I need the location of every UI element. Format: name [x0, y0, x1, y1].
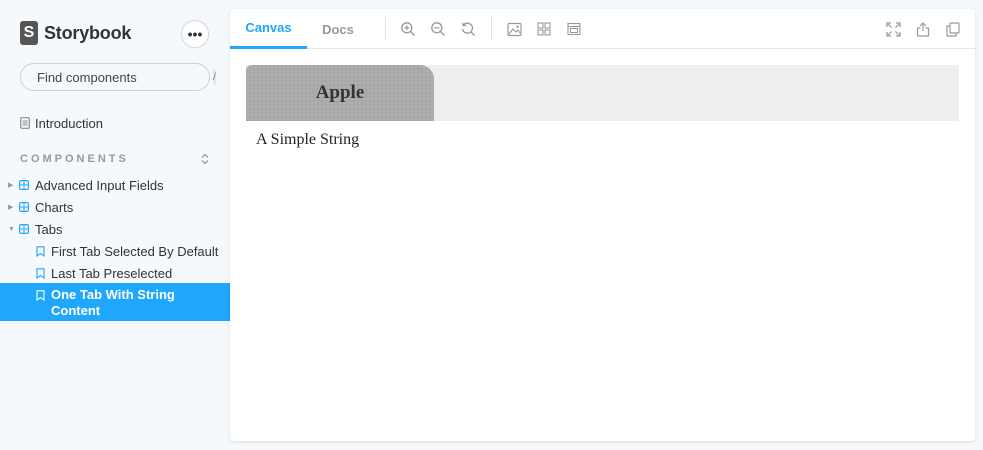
expand-collapse-icon[interactable]	[200, 153, 210, 165]
preview-tab-apple[interactable]: Apple	[246, 65, 434, 121]
search-input[interactable]	[37, 69, 213, 85]
story-one-tab-with-string-content[interactable]: One Tab With String Content	[0, 283, 230, 321]
toolbar-divider	[385, 17, 386, 41]
caret-down-icon: ▼	[8, 225, 15, 233]
components-section-header[interactable]: COMPONENTS	[20, 153, 210, 165]
caret-right-icon: ▶	[8, 204, 14, 211]
sidebar-item-label: Tabs	[35, 221, 63, 237]
share-icon[interactable]	[914, 20, 932, 38]
tab-docs[interactable]: Docs	[307, 9, 369, 49]
caret-right-icon: ▶	[8, 182, 14, 189]
story-label: Last Tab Preselected	[51, 265, 173, 281]
bookmark-icon	[36, 267, 45, 279]
component-icon	[19, 202, 29, 212]
search-box[interactable]: /	[20, 63, 216, 91]
bookmark-icon	[36, 290, 45, 301]
sidebar-item-charts[interactable]: ▶ Charts	[0, 196, 230, 218]
tab-strip: Apple	[246, 65, 959, 121]
sidebar: S Storybook ••• / Introduction COMPONENT…	[0, 0, 230, 450]
search-shortcut-key: /	[213, 69, 216, 85]
sidebar-item-label: Advanced Input Fields	[35, 177, 164, 193]
zoom-out-icon[interactable]	[429, 20, 447, 38]
section-title: COMPONENTS	[20, 153, 129, 165]
zoom-in-icon[interactable]	[399, 20, 417, 38]
tab-canvas[interactable]: Canvas	[230, 9, 307, 49]
story-last-tab-preselected[interactable]: Last Tab Preselected	[0, 262, 230, 284]
story-canvas: Apple A Simple String	[246, 65, 959, 149]
sidebar-item-tabs[interactable]: ▼ Tabs	[0, 218, 230, 240]
brand[interactable]: S Storybook	[20, 20, 131, 46]
story-label: One Tab With String Content	[51, 287, 175, 318]
toolbar-divider	[491, 17, 492, 41]
storybook-logo-icon: S	[20, 21, 38, 45]
sidebar-item-advanced-input-fields[interactable]: ▶ Advanced Input Fields	[0, 174, 230, 196]
outline-icon[interactable]	[565, 20, 583, 38]
toolbar: Canvas Docs	[230, 9, 975, 49]
grid-icon[interactable]	[535, 20, 553, 38]
zoom-reset-icon[interactable]	[459, 20, 477, 38]
component-icon	[19, 224, 29, 234]
preview-tab-content: A Simple String	[256, 131, 360, 148]
brand-name: Storybook	[44, 22, 132, 43]
fullscreen-icon[interactable]	[884, 20, 902, 38]
sidebar-item-label: Introduction	[35, 115, 103, 131]
background-icon[interactable]	[505, 20, 523, 38]
document-icon	[20, 117, 30, 129]
component-icon	[19, 180, 29, 190]
sidebar-menu-button[interactable]: •••	[181, 20, 209, 48]
bookmark-icon	[36, 245, 45, 257]
sidebar-item-introduction[interactable]: Introduction	[0, 114, 230, 132]
copy-link-icon[interactable]	[944, 20, 962, 38]
story-first-tab-selected-by-default[interactable]: First Tab Selected By Default	[0, 240, 230, 262]
story-label: First Tab Selected By Default	[51, 243, 219, 259]
sidebar-item-label: Charts	[35, 199, 74, 215]
preview-panel: Canvas Docs Apple A Simple String	[230, 9, 975, 441]
